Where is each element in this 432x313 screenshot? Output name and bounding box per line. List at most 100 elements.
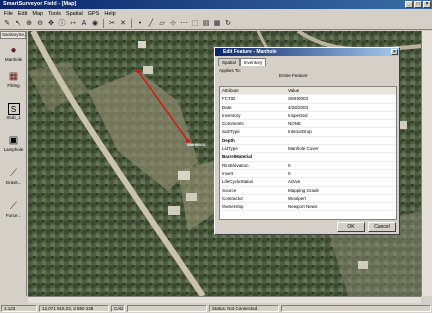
vertical-scrollbar[interactable] [421, 31, 432, 296]
attribute-value[interactable]: Active [286, 178, 396, 185]
snap-icon[interactable]: ⊹ [168, 19, 178, 29]
table-row[interactable]: FCTID SMH0003 [220, 95, 396, 104]
palette-item-fitting[interactable]: ▦ Fitting [0, 71, 27, 88]
lamphole-icon: ▣ [8, 135, 19, 146]
cut-icon[interactable]: ✂ [107, 19, 117, 29]
line-icon[interactable]: ╱ [146, 19, 156, 29]
text-icon[interactable]: A [79, 19, 89, 29]
window-title: SmartSurveyor Field - [Map] [3, 1, 77, 7]
table-row[interactable]: Date 4/28/2003 [220, 104, 396, 112]
cancel-button[interactable]: Cancel [368, 222, 396, 232]
applies-to-value[interactable]: Entire Feature [279, 73, 308, 78]
palette-item-label: Gravit... [5, 180, 22, 185]
gravity-main-icon: ⟋ [10, 168, 17, 179]
attribute-value[interactable]: Mapping Grade [286, 187, 396, 194]
pencil-icon[interactable]: ✎ [2, 19, 12, 29]
pan-icon[interactable]: ✥ [46, 19, 56, 29]
tab-spatial[interactable]: Spatial [218, 58, 240, 66]
menu-edit[interactable]: Edit [18, 11, 27, 17]
attribute-name: Depth [222, 137, 235, 143]
info-icon[interactable]: ⓘ [57, 19, 67, 29]
table-row[interactable]: Invert 0 [220, 170, 396, 179]
select-icon[interactable]: ⬚ [190, 19, 200, 29]
force-main-icon: ⟋ [10, 201, 17, 212]
table-row[interactable]: Inventory Inspected [220, 112, 396, 121]
table-row[interactable]: Depth [220, 137, 396, 146]
measure-icon[interactable]: ⇿ [68, 19, 78, 29]
table-row[interactable]: SubType InteriorDrop [220, 128, 396, 137]
palette-item-lamphole[interactable]: ▣ Lamphole [0, 135, 27, 152]
attribute-value[interactable]: Newport News [286, 203, 396, 210]
blank-status-cell [281, 305, 431, 312]
cursor-icon[interactable]: ↖ [13, 19, 23, 29]
attribute-name: Source [222, 187, 237, 193]
dialog-title: Edit Feature - Manhole [223, 49, 277, 55]
ok-button[interactable]: OK [337, 222, 365, 232]
attribute-value[interactable]: 4/28/2003 [286, 104, 396, 111]
palette-item-stub[interactable]: S Stub_1 [0, 103, 27, 120]
table-row[interactable]: Ownership Newport News [220, 203, 396, 212]
table-row[interactable]: LifeCycleStatus Active [220, 178, 396, 187]
toolbar: ✎ ↖ ⊕ ⊖ ✥ ⓘ ⇿ A ◉ ✂ ✕ • ╱ ▱ ⊹ ⋯ ⬚ ▤ ▦ ↻ [0, 18, 432, 30]
palette-tab[interactable]: SanitarySe.. [0, 31, 26, 39]
attribute-value[interactable]: InteriorDrop [286, 128, 396, 135]
palette-item-label: Stub_1 [6, 115, 21, 120]
zoom-out-icon[interactable]: ⊖ [35, 19, 45, 29]
attribute-value[interactable]: Woolpert [286, 195, 396, 202]
table-row[interactable]: Source Mapping Grade [220, 187, 396, 195]
feature-palette: SanitarySe.. ● Manhole ▦ Fitting S Stub_… [0, 31, 27, 296]
edit-feature-dialog: Edit Feature - Manhole × Spatial Invento… [214, 47, 400, 235]
palette-item-gravity-main[interactable]: ⟋ Gravit... [0, 168, 27, 185]
header-attribute: Attribute [222, 88, 239, 93]
palette-item-force-main[interactable]: ⟋ Force... [0, 201, 27, 218]
table-row[interactable]: RimElevation 0 [220, 162, 396, 170]
dialog-title-bar: Edit Feature - Manhole × [215, 48, 399, 56]
tab-inventory[interactable]: Inventory [239, 58, 267, 66]
menu-map[interactable]: Map [32, 11, 43, 17]
attribute-name: Contractor [222, 195, 244, 201]
menu-gps[interactable]: GPS [88, 11, 100, 17]
manhole-icon: ● [10, 45, 17, 56]
attribute-value[interactable]: 0 [286, 170, 396, 177]
stub-icon: S [7, 103, 20, 115]
point-icon[interactable]: • [135, 19, 145, 29]
attribute-value[interactable] [286, 153, 396, 160]
attribute-name: FCTID [222, 96, 236, 102]
attribute-name: LidType [222, 146, 238, 152]
attribute-name: Comments [222, 121, 244, 127]
coordinate-readout: 12,071 919.23, 3 550 238 [39, 305, 109, 312]
window-title-bar: SmartSurveyor Field - [Map] _ □ × [0, 0, 432, 9]
menu-file[interactable]: File [4, 11, 13, 17]
blank-status-cell [127, 305, 207, 312]
menu-spatial[interactable]: Spatial [66, 11, 83, 17]
maximize-button[interactable]: □ [414, 1, 422, 8]
menu-tools[interactable]: Tools [48, 11, 61, 17]
gps-icon[interactable]: ◉ [90, 19, 100, 29]
attribute-value[interactable]: Inspected [286, 112, 396, 119]
palette-item-manhole[interactable]: ● Manhole [0, 45, 27, 62]
menu-help[interactable]: Help [104, 11, 115, 17]
layer-icon[interactable]: ▤ [201, 19, 211, 29]
delete-icon[interactable]: ✕ [118, 19, 128, 29]
header-value: Value [288, 88, 300, 93]
dialog-close-icon[interactable]: × [391, 49, 398, 55]
attribute-value[interactable] [286, 137, 396, 144]
polygon-icon[interactable]: ▱ [157, 19, 167, 29]
toolbar-separator [103, 19, 104, 28]
manhole-label: SMH0003 [187, 142, 205, 147]
attribute-value[interactable]: Manhole Cover [286, 145, 396, 152]
vertex-icon[interactable]: ⋯ [179, 19, 189, 29]
close-button[interactable]: × [423, 1, 431, 8]
horizontal-scrollbar[interactable] [28, 296, 421, 303]
grid-icon[interactable]: ▦ [212, 19, 222, 29]
table-row[interactable]: LidType Manhole Cover [220, 145, 396, 154]
refresh-icon[interactable]: ↻ [223, 19, 233, 29]
table-row[interactable]: BarrelMaterial [220, 153, 396, 162]
minimize-button[interactable]: _ [405, 1, 413, 8]
attribute-value[interactable]: SMH0003 [286, 95, 396, 102]
attribute-value[interactable]: 0 [286, 162, 396, 169]
table-row[interactable]: Contractor Woolpert [220, 195, 396, 204]
zoom-in-icon[interactable]: ⊕ [24, 19, 34, 29]
table-row[interactable]: Comments NONE [220, 120, 396, 129]
attribute-value[interactable]: NONE [286, 120, 396, 127]
